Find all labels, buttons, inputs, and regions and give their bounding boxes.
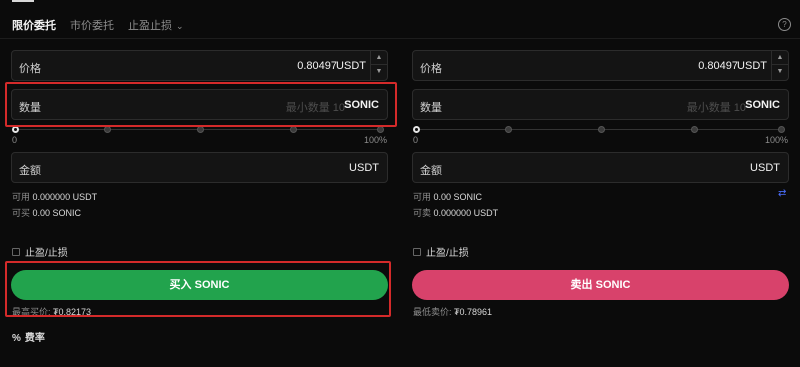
tpsl-checkbox[interactable] bbox=[413, 247, 421, 256]
slider-mark-25[interactable] bbox=[104, 126, 111, 133]
avail-value: 0.000000 USDT bbox=[32, 192, 98, 202]
best-bid-label: 最高买价: bbox=[12, 307, 51, 317]
sell-can-sell: 可卖 0.000000 USDT bbox=[413, 206, 498, 219]
sell-quantity-field[interactable]: 数量 最小数量 10 SONIC bbox=[412, 89, 789, 120]
tpsl-label: 止盈/止损 bbox=[426, 248, 469, 259]
sell-price-unit: USDT bbox=[737, 60, 767, 72]
buy-tpsl-toggle[interactable]: 止盈/止损 bbox=[12, 244, 68, 259]
slider-mark-50[interactable] bbox=[598, 126, 605, 133]
slider-mark-75[interactable] bbox=[290, 126, 297, 133]
can-buy-value: 0.00 SONIC bbox=[32, 208, 82, 218]
can-sell-value: 0.000000 USDT bbox=[433, 208, 499, 218]
sell-quantity-placeholder[interactable]: 最小数量 10 bbox=[687, 99, 746, 115]
sell-price-stepper[interactable]: ▲ ▼ bbox=[771, 51, 788, 80]
slider-mark-50[interactable] bbox=[197, 126, 204, 133]
buy-can-buy: 可买 0.00 SONIC bbox=[12, 206, 81, 219]
buy-quantity-placeholder[interactable]: 最小数量 10 bbox=[286, 99, 345, 115]
buy-available: 可用 0.000000 USDT bbox=[12, 190, 97, 203]
buy-amount-field[interactable]: 金额 USDT bbox=[11, 152, 388, 183]
transfer-icon[interactable]: ⇄ bbox=[778, 188, 786, 199]
sell-amount-label: 金额 bbox=[420, 165, 442, 177]
buy-quantity-slider[interactable] bbox=[12, 126, 384, 134]
avail-label: 可用 bbox=[413, 192, 432, 202]
buy-panel: 价格 0.80497 USDT ▲ ▼ 数量 最小数量 10 SONIC 0 1… bbox=[11, 0, 389, 367]
best-ask: 最低卖价: ₮0.78961 bbox=[413, 305, 492, 318]
sell-quantity-label: 数量 bbox=[420, 102, 442, 114]
chevron-up-icon[interactable]: ▲ bbox=[371, 51, 387, 65]
buy-price-value[interactable]: 0.80497 bbox=[297, 60, 337, 72]
sell-quantity-unit: SONIC bbox=[745, 99, 780, 111]
slider-mark-75[interactable] bbox=[691, 126, 698, 133]
sell-tpsl-toggle[interactable]: 止盈/止损 bbox=[413, 244, 469, 259]
slider-mark-100[interactable] bbox=[778, 126, 785, 133]
chevron-up-icon[interactable]: ▲ bbox=[772, 51, 788, 65]
buy-quantity-label: 数量 bbox=[19, 102, 41, 114]
tpsl-checkbox[interactable] bbox=[12, 247, 20, 256]
tpsl-label: 止盈/止损 bbox=[25, 248, 68, 259]
avail-label: 可用 bbox=[12, 192, 31, 202]
can-buy-label: 可买 bbox=[12, 208, 31, 218]
slider-max-label: 100% bbox=[363, 135, 387, 145]
best-bid-value: ₮0.82173 bbox=[53, 307, 92, 317]
buy-amount-unit: USDT bbox=[349, 162, 379, 174]
sell-amount-unit: USDT bbox=[750, 162, 780, 174]
buy-price-label: 价格 bbox=[19, 63, 41, 75]
buy-quantity-field[interactable]: 数量 最小数量 10 SONIC bbox=[11, 89, 388, 120]
sell-price-field[interactable]: 价格 0.80497 USDT ▲ ▼ bbox=[412, 50, 789, 81]
sell-quantity-slider[interactable] bbox=[413, 126, 785, 134]
avail-value: 0.00 SONIC bbox=[433, 192, 483, 202]
sell-price-label: 价格 bbox=[420, 63, 442, 75]
chevron-down-icon[interactable]: ▼ bbox=[371, 65, 387, 79]
slider-handle[interactable] bbox=[413, 126, 420, 133]
slider-handle[interactable] bbox=[12, 126, 19, 133]
sell-price-value[interactable]: 0.80497 bbox=[698, 60, 738, 72]
sell-panel: 价格 0.80497 USDT ▲ ▼ 数量 最小数量 10 SONIC 0 1… bbox=[412, 0, 790, 367]
buy-price-field[interactable]: 价格 0.80497 USDT ▲ ▼ bbox=[11, 50, 388, 81]
can-sell-label: 可卖 bbox=[413, 208, 432, 218]
sell-button[interactable]: 卖出 SONIC bbox=[412, 270, 789, 300]
best-ask-label: 最低卖价: bbox=[413, 307, 452, 317]
slider-mark-100[interactable] bbox=[377, 126, 384, 133]
best-ask-value: ₮0.78961 bbox=[454, 307, 493, 317]
slider-max-label: 100% bbox=[764, 135, 788, 145]
chevron-down-icon[interactable]: ▼ bbox=[772, 65, 788, 79]
buy-amount-label: 金额 bbox=[19, 165, 41, 177]
slider-min-label: 0 bbox=[413, 135, 419, 145]
percent-icon: % bbox=[12, 333, 21, 344]
slider-min-label: 0 bbox=[12, 135, 18, 145]
sell-amount-field[interactable]: 金额 USDT bbox=[412, 152, 789, 183]
buy-quantity-unit: SONIC bbox=[344, 99, 379, 111]
best-bid: 最高买价: ₮0.82173 bbox=[12, 305, 91, 318]
sell-available: 可用 0.00 SONIC bbox=[413, 190, 482, 203]
fee-rate-label: 费率 bbox=[24, 333, 45, 344]
buy-price-unit: USDT bbox=[336, 60, 366, 72]
fee-rate-link[interactable]: % 费率 bbox=[12, 329, 45, 344]
buy-button[interactable]: 买入 SONIC bbox=[11, 270, 388, 300]
buy-price-stepper[interactable]: ▲ ▼ bbox=[370, 51, 387, 80]
slider-mark-25[interactable] bbox=[505, 126, 512, 133]
